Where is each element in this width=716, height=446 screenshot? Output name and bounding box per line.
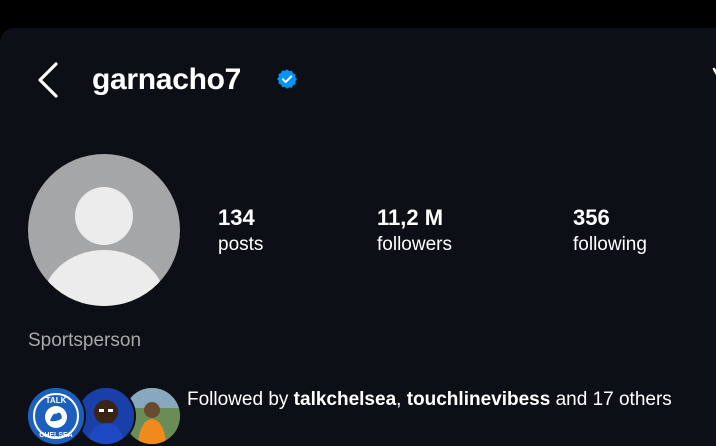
stat-posts[interactable]: 134 posts [218,204,263,258]
profile-category: Sportsperson [28,330,142,351]
profile-avatar[interactable] [28,154,180,306]
followed-by-prefix: Followed by [187,389,294,410]
followed-by-suffix: and 17 others [550,389,672,410]
profile-username: garnacho7 [92,63,242,96]
followed-by-text[interactable]: Followed by talkchelsea, touchlinevibess… [187,386,707,414]
followers-label: followers [377,234,452,255]
back-chevron-icon[interactable] [34,60,62,100]
verified-badge-icon [277,69,297,89]
followed-by-separator: , [396,389,407,410]
following-label: following [573,234,647,255]
followed-by-user-1[interactable]: talkchelsea [294,389,396,410]
stat-following[interactable]: 356 following [573,204,647,258]
default-avatar-icon [42,187,166,306]
talkchelsea-badge-top: TALK [46,396,67,405]
stat-followers[interactable]: 11,2 M followers [377,204,452,258]
following-count: 356 [573,205,610,230]
talkchelsea-badge-bottom: CHELSEA [39,432,72,439]
followers-count: 11,2 M [377,205,444,230]
followed-by-avatars[interactable]: TALK CHELSEA [26,386,182,446]
follower-avatar-talkchelsea: TALK CHELSEA [26,386,86,446]
posts-count: 134 [218,205,255,230]
posts-label: posts [218,234,264,255]
followed-by-user-2[interactable]: touchlinevibess [407,389,551,410]
more-options-icon[interactable] [710,66,716,92]
